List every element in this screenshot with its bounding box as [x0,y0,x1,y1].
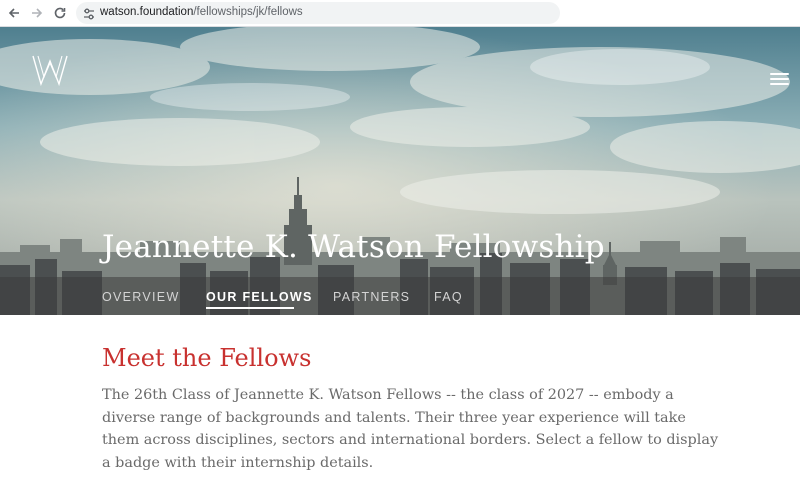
arrow-right-icon[interactable] [28,4,46,22]
tab-partners[interactable]: PARTNERS [333,290,410,304]
city-skyline-image [0,27,800,315]
tab-our-fellows[interactable]: OUR FELLOWS [206,290,313,304]
page-title: Jeannette K. Watson Fellowship [102,229,605,265]
hero-banner: Jeannette K. Watson Fellowship OVERVIEW … [0,27,800,315]
hamburger-menu-icon[interactable] [770,73,789,87]
active-tab-indicator [206,307,294,309]
menu-bar [770,73,789,75]
menu-bar [770,83,789,85]
reload-icon[interactable] [51,4,69,22]
tune-icon[interactable] [82,6,96,20]
url-path: /fellowships/jk/fellows [193,6,303,18]
main-content: Meet the Fellows The 26th Class of Jeann… [102,344,722,474]
menu-bar [770,78,789,80]
url-host: watson.foundation [100,6,194,18]
browser-toolbar: watson.foundation/fellowships/jk/fellows [0,0,800,27]
address-bar[interactable]: watson.foundation/fellowships/jk/fellows [76,2,560,24]
tab-overview[interactable]: OVERVIEW [102,290,180,304]
url-text: watson.foundation/fellowships/jk/fellows [100,6,303,18]
section-heading: Meet the Fellows [102,344,312,372]
foundation-logo[interactable] [30,53,70,87]
intro-paragraph: The 26th Class of Jeannette K. Watson Fe… [102,387,719,471]
section-tabs: OVERVIEW OUR FELLOWS PARTNERS FAQ [0,277,800,315]
arrow-left-icon[interactable] [5,4,23,22]
tab-faq[interactable]: FAQ [434,290,463,304]
